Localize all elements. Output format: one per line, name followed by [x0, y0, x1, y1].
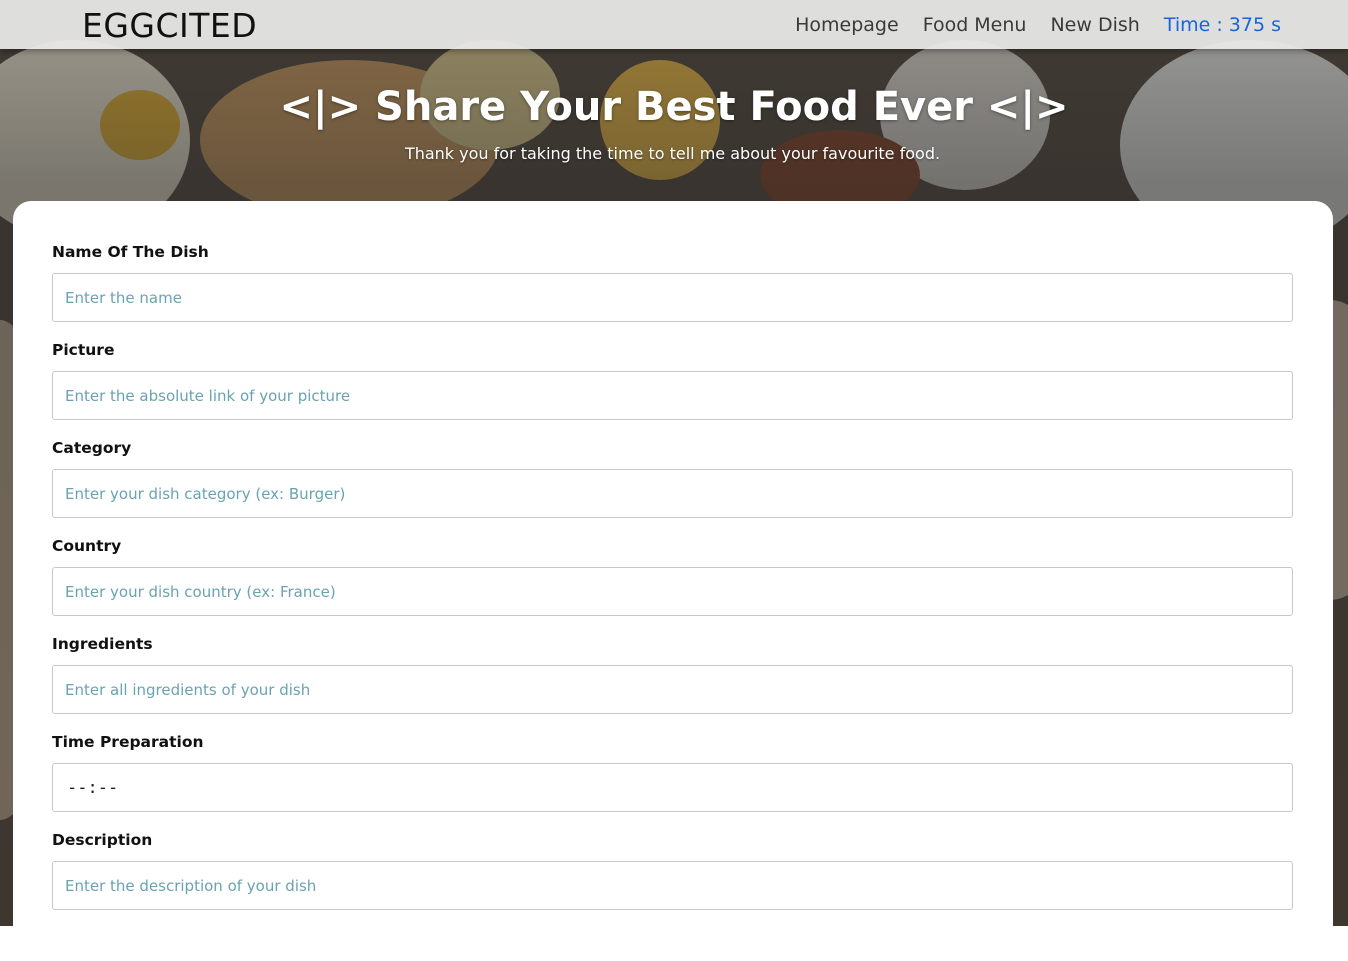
field-dish-name: Name Of The Dish: [52, 243, 1293, 322]
nav-link-new-dish[interactable]: New Dish: [1050, 14, 1139, 36]
country-input[interactable]: [52, 567, 1293, 616]
field-ingredients: Ingredients: [52, 635, 1293, 714]
nav-links: Homepage Food Menu New Dish Time : 375 s: [795, 14, 1281, 36]
page-subtitle: Thank you for taking the time to tell me…: [404, 144, 941, 163]
page-title: <|> Share Your Best Food Ever <|>: [279, 84, 1069, 130]
dish-form: Name Of The Dish Picture Category Countr…: [13, 201, 1333, 961]
brand-logo[interactable]: EGGCITED: [82, 6, 257, 45]
category-label: Category: [52, 439, 132, 457]
navbar: EGGCITED Homepage Food Menu New Dish Tim…: [0, 0, 1348, 49]
category-input[interactable]: [52, 469, 1293, 518]
field-country: Country: [52, 537, 1293, 616]
picture-label: Picture: [52, 341, 115, 359]
dish-name-input[interactable]: [52, 273, 1293, 322]
timer-display: Time : 375 s: [1163, 14, 1281, 36]
picture-input[interactable]: [52, 371, 1293, 420]
nav-link-homepage[interactable]: Homepage: [795, 14, 899, 36]
dish-name-label: Name Of The Dish: [52, 243, 209, 261]
description-label: Description: [52, 831, 153, 849]
time-preparation-value: --:--: [67, 777, 119, 798]
nav-link-food-menu[interactable]: Food Menu: [923, 14, 1027, 36]
field-time-preparation: Time Preparation --:--: [52, 733, 1293, 812]
field-picture: Picture: [52, 341, 1293, 420]
country-label: Country: [52, 537, 122, 555]
ingredients-label: Ingredients: [52, 635, 153, 653]
time-preparation-input[interactable]: --:--: [52, 763, 1293, 812]
ingredients-input[interactable]: [52, 665, 1293, 714]
description-input[interactable]: [52, 861, 1293, 910]
field-category: Category: [52, 439, 1293, 518]
field-description: Description: [52, 831, 1293, 910]
time-preparation-label: Time Preparation: [52, 733, 204, 751]
